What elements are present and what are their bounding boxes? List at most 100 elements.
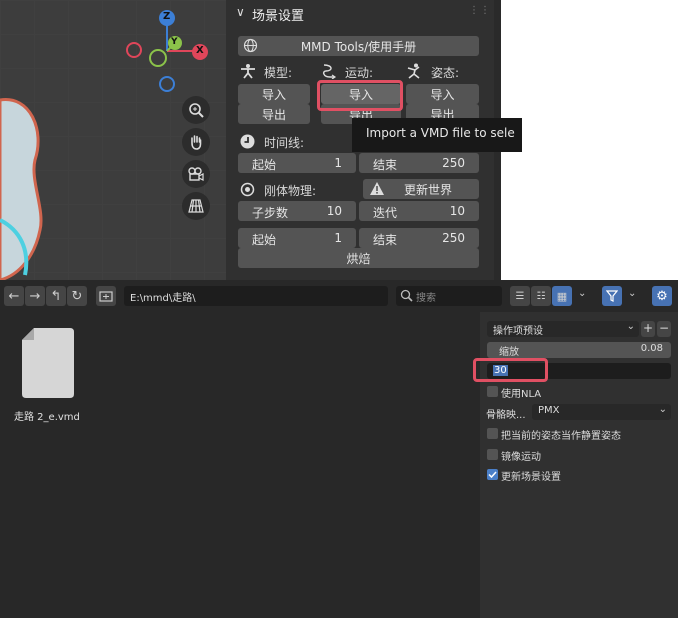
list-vertical-icon: ☰: [515, 290, 525, 302]
filter-button[interactable]: [602, 286, 622, 306]
hand-icon: [191, 135, 202, 150]
scale-label: 缩放: [499, 347, 519, 358]
model-export-button[interactable]: 导出: [238, 104, 310, 124]
scale-field[interactable]: 缩放 0.08: [487, 342, 671, 358]
substeps-label: 子步数: [252, 206, 289, 220]
substeps-field[interactable]: 子步数 10: [238, 201, 356, 221]
refresh-icon: ↻: [71, 288, 83, 304]
path-field[interactable]: E:\mmd\走路\: [124, 286, 388, 306]
section-title: 场景设置: [252, 9, 305, 24]
3d-viewport[interactable]: Z Y X: [0, 0, 226, 280]
horizontal-list-button[interactable]: ☷: [531, 286, 551, 306]
axis-z-label: Z: [163, 11, 171, 22]
tooltip-text: Import a VMD file to sele: [366, 126, 515, 140]
use-pose-as-rest-checkbox[interactable]: [487, 428, 498, 439]
camera-view-button[interactable]: [182, 160, 210, 188]
manual-button-label: MMD Tools/使用手册: [300, 39, 417, 54]
perspective-toggle-button[interactable]: [182, 192, 210, 220]
pose-import-label: 导入: [430, 87, 455, 102]
margin-input-highlight: [473, 358, 548, 382]
bone-mapper-value: PMX: [538, 405, 560, 416]
drag-handle-icon[interactable]: ⋮⋮: [469, 5, 491, 16]
model-import-button[interactable]: 导入: [238, 84, 310, 104]
arrow-left-icon: ←: [8, 288, 20, 304]
timeline-end-value: 250: [442, 156, 465, 170]
checkmark-icon: [488, 471, 497, 479]
warning-icon: [369, 181, 385, 200]
bone-mapper-dropdown[interactable]: PMX ⌄: [532, 404, 671, 420]
file-browser-header: ← → ↰ ↻ E:\mmd\走路\ 搜索 ☰ ☷ ▦ ⌄ ⌄ ⚙: [0, 280, 678, 312]
display-options-chevron-icon[interactable]: ⌄: [578, 288, 586, 299]
model-export-label: 导出: [261, 107, 286, 122]
gear-icon: ⚙: [656, 288, 668, 304]
tooltip: Import a VMD file to sele: [352, 118, 522, 152]
pan-button[interactable]: [182, 128, 210, 156]
iterations-field[interactable]: 迭代 10: [359, 201, 479, 221]
parent-dir-button[interactable]: ↰: [46, 286, 66, 306]
cache-end-value: 250: [442, 231, 465, 245]
zoom-button[interactable]: [182, 96, 210, 124]
cache-end-label: 结束: [373, 233, 398, 247]
manual-button[interactable]: MMD Tools/使用手册: [238, 36, 479, 56]
pose-icon: [406, 63, 422, 82]
grid-perspective-icon: [188, 199, 204, 213]
path-text: E:\mmd\走路\: [130, 293, 196, 304]
settings-button[interactable]: ⚙: [652, 286, 672, 306]
refresh-button[interactable]: ↻: [67, 286, 87, 306]
thumbnails-icon: ▦: [556, 289, 568, 303]
back-button[interactable]: ←: [4, 286, 24, 306]
pose-label: 姿态:: [431, 66, 460, 80]
operator-presets-dropdown[interactable]: 操作项预设 ⌄: [487, 321, 639, 337]
chevron-down-icon[interactable]: ∨: [236, 5, 245, 19]
mirror-motion-label: 镜像运动: [501, 452, 541, 463]
pose-import-button[interactable]: 导入: [406, 84, 479, 104]
timeline-end-field[interactable]: 结束 250: [359, 153, 479, 173]
update-scene-settings-label: 更新场景设置: [501, 472, 561, 483]
cache-start-value: 1: [334, 231, 342, 245]
search-input[interactable]: 搜索: [396, 286, 502, 306]
arrow-right-icon: →: [29, 288, 41, 304]
file-icon: [22, 328, 74, 398]
chevron-down-icon: ⌄: [658, 404, 667, 415]
thumbnail-view-button[interactable]: ▦: [552, 286, 572, 306]
add-preset-button[interactable]: +: [641, 321, 655, 337]
remove-preset-button[interactable]: −: [657, 321, 671, 337]
minus-icon: −: [658, 321, 670, 335]
use-nla-checkbox[interactable]: [487, 386, 498, 397]
forward-button[interactable]: →: [25, 286, 45, 306]
physics-icon: [240, 182, 255, 200]
axis-y-label: Y: [171, 37, 178, 47]
clock-icon: [240, 134, 255, 152]
chevron-down-icon: ⌄: [626, 321, 635, 332]
vertical-list-button[interactable]: ☰: [510, 286, 530, 306]
globe-icon: [243, 38, 258, 56]
rigid-body-label: 刚体物理:: [264, 184, 317, 198]
timeline-start-field[interactable]: 起始 1: [238, 153, 356, 173]
bake-button[interactable]: 烘焙: [238, 248, 479, 268]
use-pose-as-rest-label: 把当前的姿态当作静置姿态: [501, 431, 621, 442]
search-placeholder: 搜索: [416, 293, 436, 304]
file-item[interactable]: 走路 2_e.vmd: [14, 326, 80, 426]
zoom-icon: [189, 103, 204, 118]
operator-presets-label: 操作项预设: [493, 326, 543, 337]
filter-chevron-icon[interactable]: ⌄: [628, 288, 636, 299]
axis-x-label: X: [196, 45, 204, 56]
new-folder-button[interactable]: [96, 286, 116, 306]
model-icon: [240, 63, 256, 82]
model-import-label: 导入: [261, 87, 286, 102]
bone-mapper-label: 骨骼映...: [486, 410, 526, 421]
scale-value: 0.08: [640, 343, 663, 354]
update-scene-settings-checkbox[interactable]: [487, 469, 498, 480]
file-list-area[interactable]: 走路 2_e.vmd: [0, 312, 480, 618]
update-world-button[interactable]: 更新世界: [363, 179, 479, 199]
timeline-end-label: 结束: [373, 158, 398, 172]
mirror-motion-checkbox[interactable]: [487, 449, 498, 460]
file-name: 走路 2_e.vmd: [14, 412, 80, 423]
model-label: 模型:: [264, 66, 293, 80]
motion-import-highlight: [317, 80, 403, 111]
plus-icon: +: [642, 321, 654, 335]
iterations-value: 10: [449, 204, 465, 218]
cache-start-field[interactable]: 起始 1: [238, 228, 356, 248]
timeline-start-value: 1: [334, 156, 342, 170]
cache-end-field[interactable]: 结束 250: [359, 228, 479, 248]
